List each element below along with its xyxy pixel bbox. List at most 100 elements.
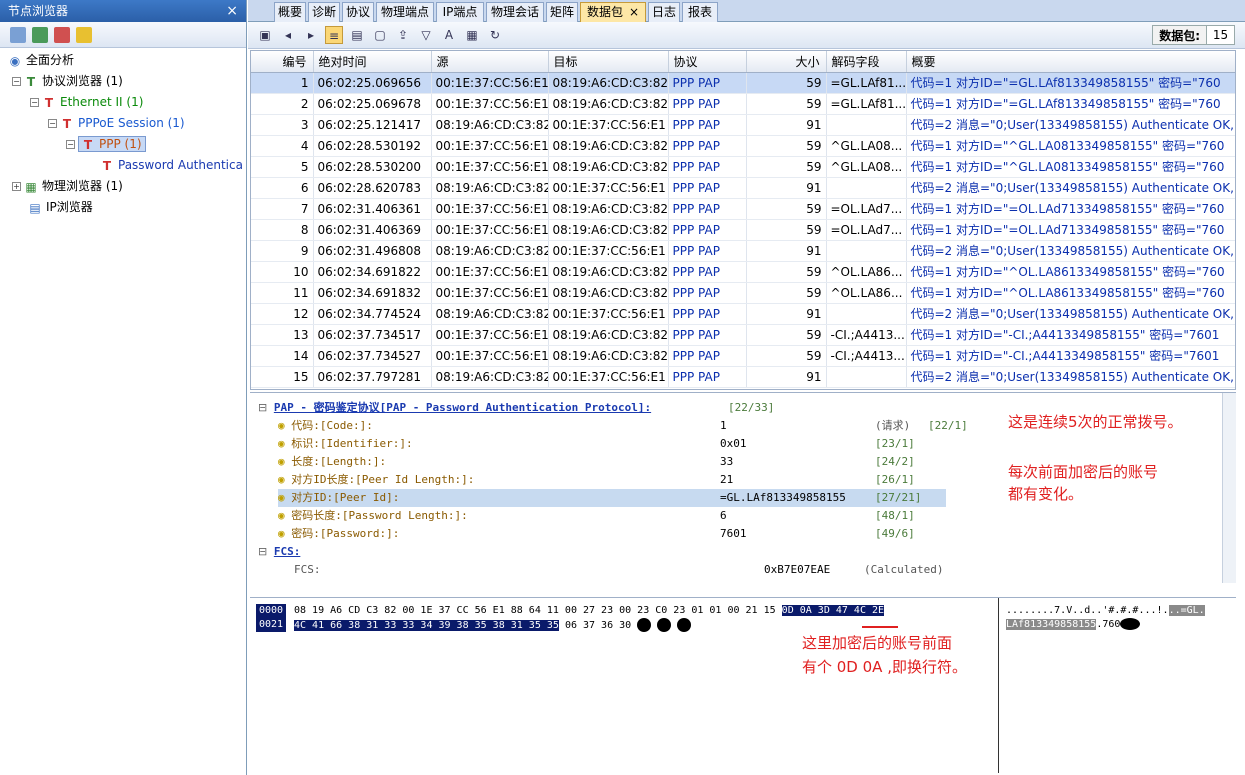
detail-view-icon[interactable]: ▤ bbox=[348, 26, 366, 44]
collapse-icon[interactable]: − bbox=[48, 119, 57, 128]
tab-physical-session[interactable]: 物理会话 bbox=[486, 2, 544, 22]
detail-scrollbar[interactable] bbox=[1222, 393, 1236, 583]
expand-icon[interactable]: + bbox=[12, 182, 21, 191]
tab-physical-endpoint[interactable]: 物理端点 bbox=[376, 2, 434, 22]
tree-item-ethernet[interactable]: − T Ethernet II (1) bbox=[30, 92, 143, 112]
table-row[interactable]: 4 06:02:28.530192 00:1E:37:CC:56:E1 08:19:A… bbox=[251, 135, 1235, 157]
protocol-icon: T bbox=[44, 95, 54, 110]
hex-view-icon[interactable]: ▢ bbox=[371, 26, 389, 44]
decode-icon[interactable]: A bbox=[440, 26, 458, 44]
table-cell: 6 bbox=[251, 177, 314, 199]
tree-item-ip-browser[interactable]: ▤ IP浏览器 bbox=[28, 197, 92, 217]
table-row[interactable]: 7 06:02:31.406361 00:1E:37:CC:56:E1 08:19:A… bbox=[251, 198, 1235, 220]
table-cell: 91 bbox=[746, 303, 827, 325]
table-row[interactable]: 5 06:02:28.530200 00:1E:37:CC:56:E1 08:19:A… bbox=[251, 156, 1235, 178]
table-row[interactable]: 2 06:02:25.069678 00:1E:37:CC:56:E1 08:19:A… bbox=[251, 93, 1235, 115]
tab-diagnosis[interactable]: 诊断 bbox=[308, 2, 340, 22]
tab-matrix[interactable]: 矩阵 bbox=[546, 2, 578, 22]
collapse-icon[interactable]: ⊟ bbox=[258, 401, 267, 414]
tree-item-protocol-browser[interactable]: − T 协议浏览器 (1) bbox=[12, 71, 123, 91]
tab-report[interactable]: 报表 bbox=[682, 2, 718, 22]
packet-count-label: 数据包: bbox=[1159, 28, 1200, 43]
column-header[interactable]: 编号 bbox=[251, 51, 314, 73]
column-header[interactable]: 概要 bbox=[906, 51, 1235, 73]
close-tab-icon[interactable]: × bbox=[629, 5, 639, 19]
table-row[interactable]: 9 06:02:31.496808 08:19:A6:CD:C3:82 00:1E:3… bbox=[251, 240, 1235, 262]
fcs-key: FCS: bbox=[294, 563, 321, 576]
back-icon[interactable]: ◂ bbox=[279, 26, 297, 44]
column-header[interactable]: 目标 bbox=[548, 51, 669, 73]
collapse-icon[interactable]: − bbox=[30, 98, 39, 107]
add-node-icon[interactable] bbox=[10, 26, 26, 43]
alert-icon[interactable] bbox=[76, 26, 92, 43]
fcs-value: 0xB7E07EAE bbox=[764, 563, 831, 576]
table-cell: -CI.;A4413... bbox=[826, 324, 907, 346]
options-icon[interactable]: ▦ bbox=[463, 26, 481, 44]
filter-icon[interactable] bbox=[32, 26, 48, 43]
filter-icon[interactable]: ▽ bbox=[417, 26, 435, 44]
globe-icon: ◉ bbox=[9, 53, 21, 68]
node-tool-icon[interactable] bbox=[54, 26, 70, 43]
table-row[interactable]: 10 06:02:34.691822 00:1E:37:CC:56:E1 08:19:… bbox=[251, 261, 1235, 283]
table-row[interactable]: 12 06:02:34.774524 08:19:A6:CD:C3:82 00:1E:… bbox=[251, 303, 1235, 325]
column-header[interactable]: 源 bbox=[431, 51, 549, 73]
hex-bytes[interactable]: 08 19 A6 CD C3 82 00 1E 37 CC 56 E1 88 6… bbox=[294, 604, 885, 633]
tree-item-pppoe[interactable]: − T PPPoE Session (1) bbox=[48, 113, 185, 133]
table-cell: PPP PAP bbox=[668, 240, 747, 262]
table-row[interactable]: 1 06:02:25.069656 00:1E:37:CC:56:E1 08:19:A… bbox=[251, 72, 1235, 94]
column-header[interactable]: 解码字段 bbox=[826, 51, 907, 73]
table-cell: 00:1E:37:CC:56:E1 bbox=[548, 114, 669, 136]
decode-field[interactable]: ◉ 密码:[Password:]: 7601 [49/6] bbox=[278, 525, 946, 543]
table-cell: PPP PAP bbox=[668, 303, 747, 325]
forward-icon[interactable]: ▸ bbox=[302, 26, 320, 44]
pap-header-line[interactable]: ⊟ PAP - 密码鉴定协议[PAP - Password Authentica… bbox=[258, 399, 774, 417]
table-cell: 06:02:31.496808 bbox=[313, 240, 432, 262]
collapse-icon[interactable]: − bbox=[12, 77, 21, 86]
table-row[interactable]: 11 06:02:34.691832 00:1E:37:CC:56:E1 08:19:… bbox=[251, 282, 1235, 304]
field-icon: ◉ bbox=[278, 491, 292, 504]
table-cell bbox=[826, 303, 907, 325]
table-row[interactable]: 6 06:02:28.620783 08:19:A6:CD:C3:82 00:1E:3… bbox=[251, 177, 1235, 199]
tab-protocol[interactable]: 协议 bbox=[342, 2, 374, 22]
tree-item-full-analysis[interactable]: ◉ 全面分析 bbox=[8, 50, 74, 70]
column-header[interactable]: 协议 bbox=[668, 51, 747, 73]
table-row[interactable]: 8 06:02:31.406369 00:1E:37:CC:56:E1 08:19:A… bbox=[251, 219, 1235, 241]
field-icon: ◉ bbox=[278, 437, 292, 450]
save-icon[interactable]: ▣ bbox=[256, 26, 274, 44]
table-cell: =GL.LAf81... bbox=[826, 93, 907, 115]
table-cell: 59 bbox=[746, 282, 827, 304]
tab-overview[interactable]: 概要 bbox=[274, 2, 306, 22]
refresh-icon[interactable]: ↻ bbox=[486, 26, 504, 44]
column-header[interactable]: 大小 bbox=[746, 51, 827, 73]
table-cell: 代码=1 对方ID="^OL.LA8613349858155" 密码="760 bbox=[906, 282, 1235, 304]
table-cell: 12 bbox=[251, 303, 314, 325]
close-icon[interactable]: × bbox=[226, 0, 238, 22]
tree-item-ppp[interactable]: − T PPP (1) bbox=[66, 134, 146, 154]
tab-ip-endpoint[interactable]: IP端点 bbox=[436, 2, 484, 22]
column-header[interactable]: 绝对时间 bbox=[313, 51, 432, 73]
fcs-field[interactable]: FCS: 0xB7E07EAE (Calculated) bbox=[294, 561, 994, 579]
table-row[interactable]: 14 06:02:37.734527 00:1E:37:CC:56:E1 08:19:… bbox=[251, 345, 1235, 367]
decode-field[interactable]: ◉ 对方ID:[Peer Id]: =GL.LAf813349858155 [27/… bbox=[278, 489, 946, 507]
decode-field[interactable]: ◉ 对方ID长度:[Peer Id Length:]: 21 [26/1] bbox=[278, 471, 946, 489]
decode-field[interactable]: ◉ 代码:[Code:]: 1 (请求) [22/1] bbox=[278, 417, 968, 435]
table-row[interactable]: 3 06:02:25.121417 08:19:A6:CD:C3:82 00:1E:3… bbox=[251, 114, 1235, 136]
table-cell: 08:19:A6:CD:C3:82 bbox=[431, 114, 549, 136]
collapse-icon[interactable]: ⊟ bbox=[258, 545, 267, 558]
table-cell: PPP PAP bbox=[668, 219, 747, 241]
tab-packets[interactable]: 数据包 × bbox=[580, 2, 646, 22]
tree-item-pap[interactable]: T Password Authentica bbox=[100, 155, 243, 175]
collapse-icon[interactable]: − bbox=[66, 140, 75, 149]
table-cell bbox=[826, 177, 907, 199]
ascii-view[interactable]: ........7.V..d..'#.#.#...!...=GL. LAf813… bbox=[1006, 604, 1205, 632]
decode-field[interactable]: ◉ 标识:[Identifier:]: 0x01 [23/1] bbox=[278, 435, 946, 453]
list-view-icon[interactable]: ≡ bbox=[325, 26, 343, 44]
decode-field[interactable]: ◉ 长度:[Length:]: 33 [24/2] bbox=[278, 453, 946, 471]
table-row[interactable]: 13 06:02:37.734517 00:1E:37:CC:56:E1 08:19:… bbox=[251, 324, 1235, 346]
tree-item-physical-browser[interactable]: + ▦ 物理浏览器 (1) bbox=[12, 176, 123, 196]
export-icon[interactable]: ⇪ bbox=[394, 26, 412, 44]
decode-field[interactable]: ◉ 密码长度:[Password Length:]: 6 [48/1] bbox=[278, 507, 946, 525]
fcs-header-line[interactable]: ⊟ FCS: bbox=[258, 543, 300, 561]
table-row[interactable]: 15 06:02:37.797281 08:19:A6:CD:C3:82 00:1E:… bbox=[251, 366, 1235, 388]
tab-log[interactable]: 日志 bbox=[648, 2, 680, 22]
